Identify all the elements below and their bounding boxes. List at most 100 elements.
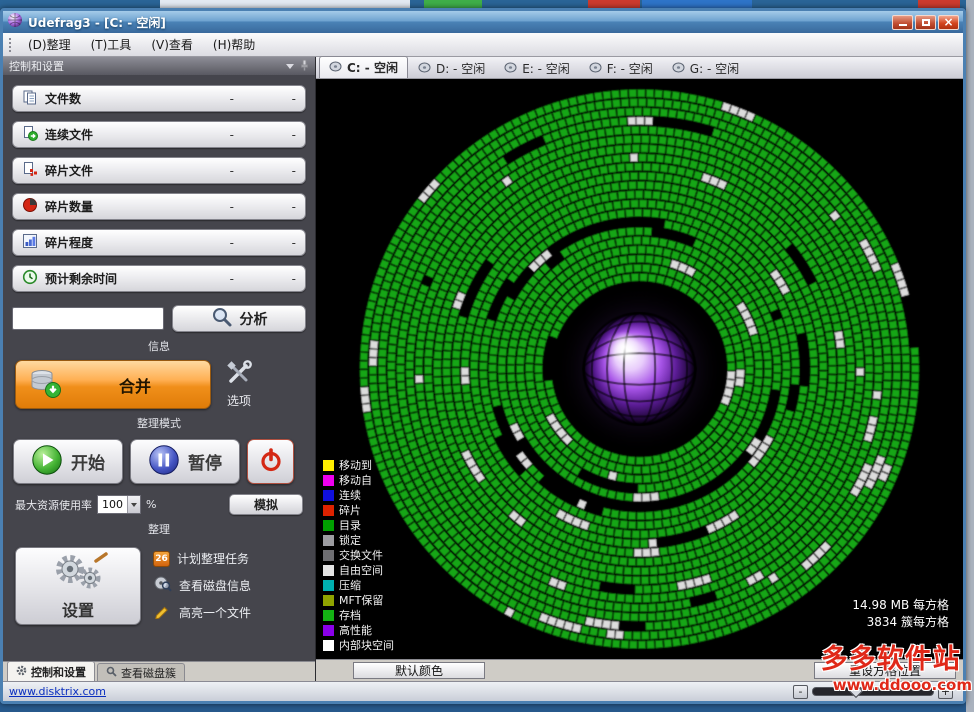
disk-tab-g[interactable]: G: - 空闲 <box>663 59 748 78</box>
pause-icon <box>148 444 180 480</box>
info-section-label: 信息 <box>3 332 315 358</box>
analyze-input[interactable] <box>12 307 164 330</box>
zoom-slider-thumb[interactable] <box>849 684 863 698</box>
play-icon <box>31 444 63 480</box>
start-button[interactable]: 开始 <box>13 439 123 484</box>
highlighter-pen-icon <box>153 603 172 622</box>
legend-item: 碎片 <box>323 503 394 517</box>
close-icon: × <box>943 16 953 28</box>
power-stop-icon <box>258 447 284 477</box>
stat-fragment-count[interactable]: 碎片数量 -- <box>12 193 306 220</box>
simulate-button[interactable]: 模拟 <box>229 494 303 515</box>
disk-tab-f[interactable]: F: - 空闲 <box>580 59 662 78</box>
stat-label: 碎片程度 <box>45 234 93 251</box>
stat-value-1: - <box>172 200 234 214</box>
stat-fragmented-files[interactable]: 碎片文件 -- <box>12 157 306 184</box>
options-button[interactable]: 选项 <box>225 360 253 409</box>
analyze-button[interactable]: 分析 <box>172 305 306 332</box>
disk-tab-label: E: - 空闲 <box>522 60 570 77</box>
disk-map-area: 移动到 移动自 连续 碎片 目录 锁定 交换文件 自由空间 压缩 MFT保留 存… <box>316 79 963 659</box>
disk-tab-label: F: - 空闲 <box>607 60 653 77</box>
stat-contiguous-files[interactable]: 连续文件 -- <box>12 121 306 148</box>
disk-info-icon <box>153 575 172 595</box>
legend-swatch <box>323 625 334 636</box>
tab-control-settings[interactable]: 控制和设置 <box>7 661 95 681</box>
pause-button[interactable]: 暂停 <box>130 439 240 484</box>
disk-icon <box>329 61 342 75</box>
fragmented-file-icon <box>22 161 38 181</box>
disk-tab-label: G: - 空闲 <box>690 60 739 77</box>
status-bar: www.disktrix.com - + <box>3 681 963 701</box>
tools-icon <box>225 360 253 390</box>
legend-item: 存档 <box>323 608 394 622</box>
stat-fragmentation-level[interactable]: 碎片程度 -- <box>12 229 306 256</box>
chevron-down-icon[interactable] <box>286 64 294 69</box>
legend-item: 高性能 <box>323 623 394 637</box>
task-view-disk-info[interactable]: 查看磁盘信息 <box>153 575 305 595</box>
default-colors-button[interactable]: 默认颜色 <box>353 662 485 679</box>
contiguous-file-icon <box>22 125 38 145</box>
task-schedule-defrag[interactable]: 26 计划整理任务 <box>153 550 305 567</box>
zoom-slider-track[interactable] <box>812 687 934 696</box>
options-button-label: 选项 <box>227 392 251 409</box>
calendar-badge-icon: 26 <box>153 551 170 567</box>
pause-button-label: 暂停 <box>188 449 222 474</box>
tab-view-clusters[interactable]: 查看磁盘簇 <box>97 663 185 681</box>
zoom-in-button[interactable]: + <box>938 685 953 699</box>
merge-button-label: 合并 <box>72 373 198 397</box>
resource-usage-select[interactable]: 100 <box>97 495 141 514</box>
disk-stack-icon <box>28 367 62 403</box>
clusters-per-square: 3834 簇每方格 <box>852 614 949 631</box>
legend-swatch <box>323 595 334 606</box>
disk-tab-d[interactable]: D: - 空闲 <box>409 59 494 78</box>
menu-view[interactable]: (V)查看 <box>142 33 202 56</box>
menu-defrag[interactable]: (D)整理 <box>19 33 80 56</box>
close-button[interactable]: × <box>938 15 959 30</box>
udefrag-window: Udefrag3 - [C: - 空闲] × (D)整理 (T)工具 (V)查看… <box>0 8 966 704</box>
stat-file-count[interactable]: 文件数 -- <box>12 85 306 112</box>
menu-tools[interactable]: (T)工具 <box>82 33 141 56</box>
menu-help[interactable]: (H)帮助 <box>204 33 264 56</box>
legend-swatch <box>323 565 334 576</box>
legend-item: 内部块空间 <box>323 638 394 652</box>
merge-button[interactable]: 合并 <box>15 360 211 409</box>
settings-button[interactable]: 设置 <box>15 547 141 625</box>
maximize-button[interactable] <box>915 15 936 30</box>
minimize-button[interactable] <box>892 15 913 30</box>
disk-tab-c[interactable]: C: - 空闲 <box>319 56 408 78</box>
disktrix-link[interactable]: www.disktrix.com <box>9 685 106 698</box>
stat-value-2: - <box>234 200 296 214</box>
title-bar[interactable]: Udefrag3 - [C: - 空闲] × <box>3 11 963 33</box>
disk-icon <box>672 62 685 76</box>
reset-square-position-button[interactable]: 重设方格位置 <box>814 662 956 679</box>
task-list: 26 计划整理任务 查看磁盘信息 高亮一个文件 <box>153 547 305 625</box>
legend-item: 目录 <box>323 518 394 532</box>
legend-item: 压缩 <box>323 578 394 592</box>
legend-label: 高性能 <box>339 622 372 638</box>
stat-label: 碎片数量 <box>45 198 93 215</box>
task-highlight-file[interactable]: 高亮一个文件 <box>153 603 305 622</box>
task-label: 高亮一个文件 <box>179 604 251 621</box>
background-right-window-sliver <box>966 0 974 712</box>
resource-usage-label: 最大资源使用率 <box>15 497 92 513</box>
stat-label: 碎片文件 <box>45 162 93 179</box>
pushpin-icon[interactable] <box>300 59 309 74</box>
dropdown-arrow-icon[interactable] <box>127 496 140 513</box>
analyze-row: 分析 <box>3 303 315 332</box>
merge-row: 合并 选项 <box>3 358 315 409</box>
legend-swatch <box>323 610 334 621</box>
legend-swatch <box>323 580 334 591</box>
stat-value-1: - <box>172 272 234 286</box>
stop-button[interactable] <box>247 439 294 484</box>
resource-row: 最大资源使用率 100 % 模拟 <box>3 484 315 515</box>
zoom-out-button[interactable]: - <box>793 685 808 699</box>
legend-swatch <box>323 640 334 651</box>
stat-value-2: - <box>234 272 296 286</box>
magnifier-icon <box>211 306 233 332</box>
legend-item: 交换文件 <box>323 548 394 562</box>
legend-swatch <box>323 490 334 501</box>
disk-tab-e[interactable]: E: - 空闲 <box>495 59 579 78</box>
stat-time-remaining[interactable]: 预计剩余时间 -- <box>12 265 306 292</box>
control-panel: 控制和设置 文件数 -- 连续文件 -- <box>3 57 316 681</box>
disk-map-canvas[interactable] <box>316 79 963 659</box>
